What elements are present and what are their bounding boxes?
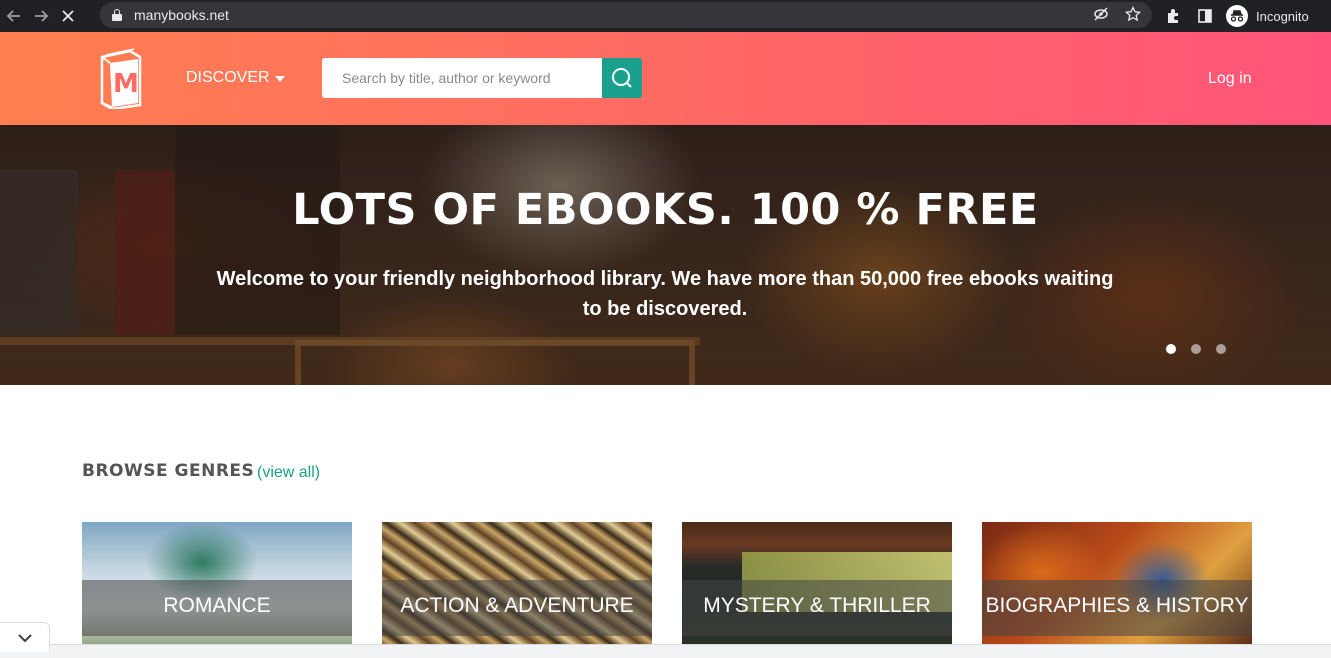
search-icon bbox=[612, 68, 632, 88]
hero-banner: LOTS OF EBOOKS. 100 % FREE Welcome to yo… bbox=[0, 125, 1331, 385]
genre-label: BIOGRAPHIES & HISTORY bbox=[985, 594, 1249, 617]
genre-label: ROMANCE bbox=[163, 594, 271, 617]
genre-label: ACTION & ADVENTURE bbox=[400, 594, 634, 617]
discover-label: DISCOVER bbox=[186, 69, 270, 86]
caret-down-icon bbox=[274, 76, 285, 82]
manybooks-logo[interactable]: M bbox=[96, 47, 146, 111]
hero-title: LOTS OF EBOOKS. 100 % FREE bbox=[292, 185, 1039, 235]
sidebar-icon[interactable] bbox=[1197, 0, 1213, 32]
eye-off-icon[interactable] bbox=[1092, 6, 1110, 24]
incognito-label: Incognito bbox=[1256, 8, 1309, 24]
profile-button[interactable]: Incognito bbox=[1226, 0, 1309, 32]
hero-subtitle: Welcome to your friendly neighborhood li… bbox=[216, 268, 1114, 320]
discover-menu[interactable]: DISCOVER bbox=[186, 69, 285, 87]
forward-icon[interactable] bbox=[29, 4, 53, 28]
back-icon[interactable] bbox=[2, 4, 26, 28]
chevron-down-icon bbox=[17, 633, 32, 642]
search-input[interactable] bbox=[322, 58, 602, 98]
search-bar bbox=[322, 58, 642, 98]
address-bar[interactable]: manybooks.net bbox=[100, 2, 1152, 28]
view-all-link[interactable]: (view all) bbox=[257, 464, 320, 482]
collapse-toggle[interactable] bbox=[0, 622, 50, 652]
login-link[interactable]: Log in bbox=[1208, 70, 1252, 88]
carousel-dot[interactable] bbox=[1216, 344, 1226, 354]
carousel-dot[interactable] bbox=[1191, 344, 1201, 354]
hero-overlay bbox=[0, 125, 1331, 385]
genre-card-romance[interactable]: ROMANCE bbox=[82, 522, 352, 647]
carousel-dot[interactable] bbox=[1166, 344, 1176, 354]
stop-icon[interactable] bbox=[56, 4, 80, 28]
star-icon[interactable] bbox=[1124, 5, 1142, 24]
genre-card-biographies-history[interactable]: BIOGRAPHIES & HISTORY bbox=[982, 522, 1252, 647]
url-text: manybooks.net bbox=[134, 7, 229, 23]
genre-card-action-adventure[interactable]: ACTION & ADVENTURE bbox=[382, 522, 652, 647]
puzzle-icon[interactable] bbox=[1165, 0, 1181, 32]
search-button[interactable] bbox=[602, 58, 642, 98]
site-header: M DISCOVER Log in bbox=[0, 32, 1331, 125]
carousel-dots bbox=[1166, 344, 1241, 354]
incognito-icon bbox=[1226, 5, 1248, 27]
genre-card-mystery-thriller[interactable]: MYSTERY & THRILLER bbox=[682, 522, 952, 647]
logo-letter: M bbox=[113, 69, 139, 99]
browse-genres-title: BROWSE GENRES bbox=[82, 461, 255, 481]
genre-label: MYSTERY & THRILLER bbox=[703, 594, 931, 617]
page-bottom-edge bbox=[0, 644, 1331, 658]
browser-toolbar: manybooks.net Incognito bbox=[0, 0, 1331, 32]
lock-icon bbox=[112, 9, 122, 21]
